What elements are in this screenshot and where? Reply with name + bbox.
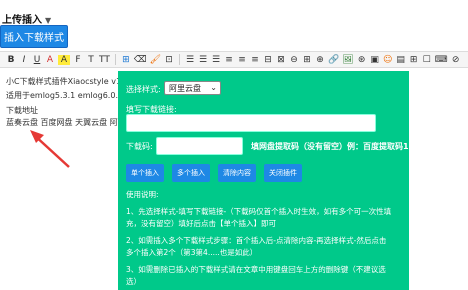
font-color-button[interactable]: A — [45, 55, 55, 65]
frame-icon[interactable]: ⊡ — [164, 55, 174, 65]
toolbar-divider — [179, 54, 181, 65]
align-left-icon[interactable]: ≡ — [224, 55, 234, 65]
download-code-input[interactable] — [156, 137, 243, 155]
insert-download-style-button[interactable]: 插入下载样式 — [0, 25, 68, 48]
chevron-down-icon: ⌄ — [210, 83, 217, 92]
editor-line-compat: 适用于emlog5.3.1 emlog6.0.0 e — [6, 91, 131, 100]
indent-icon[interactable]: ⊠ — [276, 55, 286, 65]
editor-line-links: 蓝奏云盘 百度网盘 天翼云盘 阿里 — [6, 118, 126, 127]
help-line: 充，没有留空）填好后点击【单个插入】即可 — [126, 219, 276, 228]
caret-down-icon: ▼ — [45, 16, 52, 25]
code-label: 下载码: — [126, 142, 153, 151]
style-select-value: 阿里云盘 — [169, 83, 201, 93]
help-title: 使用说明: — [126, 190, 159, 199]
highlight-button[interactable]: A — [58, 54, 70, 65]
underline-button[interactable]: U — [32, 55, 42, 65]
link-icon[interactable]: 🔗 — [328, 55, 339, 65]
table-icon[interactable]: ⊞ — [121, 55, 131, 65]
help-line: 多个插入第2个（第3第4.....也是如此） — [126, 248, 258, 257]
unordered-list-icon[interactable]: ☰ — [198, 55, 208, 65]
font-family-button[interactable]: F — [73, 55, 83, 65]
align-right-icon[interactable]: ≡ — [250, 55, 260, 65]
font-size-button[interactable]: T — [86, 55, 96, 65]
help-line: 3、如需删除已插入的下载样式请在文章中用键盘回车上方的删除键（不建议选 — [126, 265, 386, 274]
download-link-input[interactable] — [126, 114, 376, 132]
ordered-list-icon[interactable]: ☰ — [185, 55, 195, 65]
horizontal-rule-icon[interactable]: ⊞ — [302, 55, 312, 65]
code-block-icon[interactable]: ▣ — [370, 55, 380, 65]
multi-insert-button[interactable]: 多个插入 — [172, 164, 210, 182]
code-hint: 填网盘提取码（没有留空）例：百度提取码123 — [251, 142, 420, 151]
single-insert-button[interactable]: 单个插入 — [126, 164, 164, 182]
download-style-panel: 选择样式: 阿里云盘 ⌄ 填写下载链接: 下载码: 填网盘提取码（没有留空）例：… — [118, 71, 420, 290]
italic-button[interactable]: I — [19, 55, 29, 65]
bold-button[interactable]: B — [6, 55, 16, 65]
keyboard-icon[interactable]: ⌨ — [435, 55, 448, 65]
checkbox-icon[interactable]: ☐ — [422, 55, 432, 65]
template-icon[interactable]: ⊞ — [409, 55, 419, 65]
clear-content-button[interactable]: 清除内容 — [218, 164, 256, 182]
outdent-icon[interactable]: ☰ — [211, 55, 221, 65]
eraser-icon[interactable]: ⌫ — [134, 55, 147, 65]
page-break-icon[interactable]: ▤ — [396, 55, 406, 65]
brush-icon[interactable]: 🖌 — [150, 55, 161, 65]
editor-line-title: 小C下载样式插件Xiaocstyle v1.1 — [6, 77, 129, 86]
help-line: 1、先选择样式-填写下载链接-（下载码仅首个插入时生效，如有多个可一次性填 — [126, 207, 392, 216]
anchor-icon[interactable]: ⊕ — [315, 55, 325, 65]
media-icon[interactable]: ⊛ — [357, 55, 367, 65]
text-size-button[interactable]: TT — [99, 55, 110, 65]
line-height-icon[interactable]: ⊖ — [289, 55, 299, 65]
help-line: 2、如需插入多个下载样式步骤：首个插入后-点清除内容-再选择样式-然后点击 — [126, 236, 387, 245]
align-justify-icon[interactable]: ⊟ — [263, 55, 273, 65]
style-label: 选择样式: — [126, 85, 161, 94]
image-icon[interactable]: 🖼 — [342, 55, 353, 65]
upload-insert-label[interactable]: 上传插入 ▼ — [2, 11, 51, 26]
editor-toolbar: B I U A A F T TT ⊞ ⌫ 🖌 ⊡ ☰ ☰ ☰ ≡ ≡ ≡ ⊟ ⊠… — [0, 51, 468, 68]
style-select[interactable]: 阿里云盘 ⌄ — [164, 81, 221, 95]
close-plugin-button[interactable]: 关闭插件 — [264, 164, 302, 182]
editor-content[interactable]: 小C下载样式插件Xiaocstyle v1.1 适用于emlog5.3.1 em… — [0, 69, 131, 290]
clear-format-icon[interactable]: ⊘ — [451, 55, 461, 65]
emoji-icon[interactable]: ☺ — [383, 55, 393, 65]
toolbar-divider — [114, 54, 116, 65]
align-center-icon[interactable]: ≡ — [237, 55, 247, 65]
help-line: 选） — [126, 277, 141, 286]
